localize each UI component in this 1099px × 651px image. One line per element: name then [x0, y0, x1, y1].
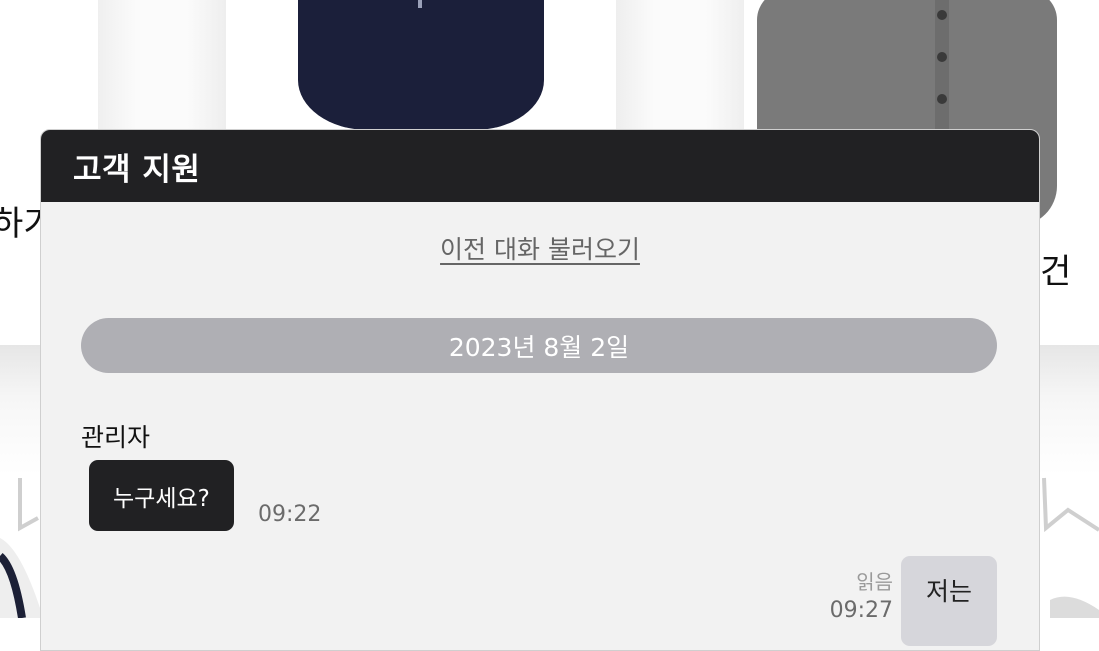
message-timestamp: 09:27	[829, 598, 893, 623]
load-previous-conversation-link[interactable]: 이전 대화 불러오기	[41, 230, 1039, 266]
product-name-fragment-right: 건	[1040, 252, 1072, 292]
button-dot	[937, 94, 947, 104]
message-text: 저는	[925, 577, 972, 606]
message-sender-name: 관리자	[81, 423, 151, 452]
navy-sweater-image[interactable]	[298, 0, 544, 130]
message-text: 누구세요?	[113, 485, 210, 512]
chat-title: 고객 지원	[73, 151, 201, 188]
button-dot	[937, 10, 947, 20]
outgoing-message-bubble: 저는	[901, 556, 997, 646]
message-timestamp: 09:22	[258, 502, 322, 527]
striped-sweater-image[interactable]	[0, 478, 40, 618]
button-dot	[937, 52, 947, 62]
zipper	[418, 0, 422, 8]
hanger-image[interactable]	[1040, 470, 1099, 618]
chat-header: 고객 지원	[41, 130, 1039, 202]
date-divider-label: 2023년 8월 2일	[448, 332, 630, 362]
date-divider: 2023년 8월 2일	[81, 318, 997, 373]
incoming-message-bubble: 누구세요?	[89, 460, 234, 531]
read-receipt: 읽음	[856, 570, 893, 594]
customer-support-chat-window[interactable]: 고객 지원 이전 대화 불러오기 2023년 8월 2일 관리자 누구세요? 0…	[40, 129, 1040, 651]
